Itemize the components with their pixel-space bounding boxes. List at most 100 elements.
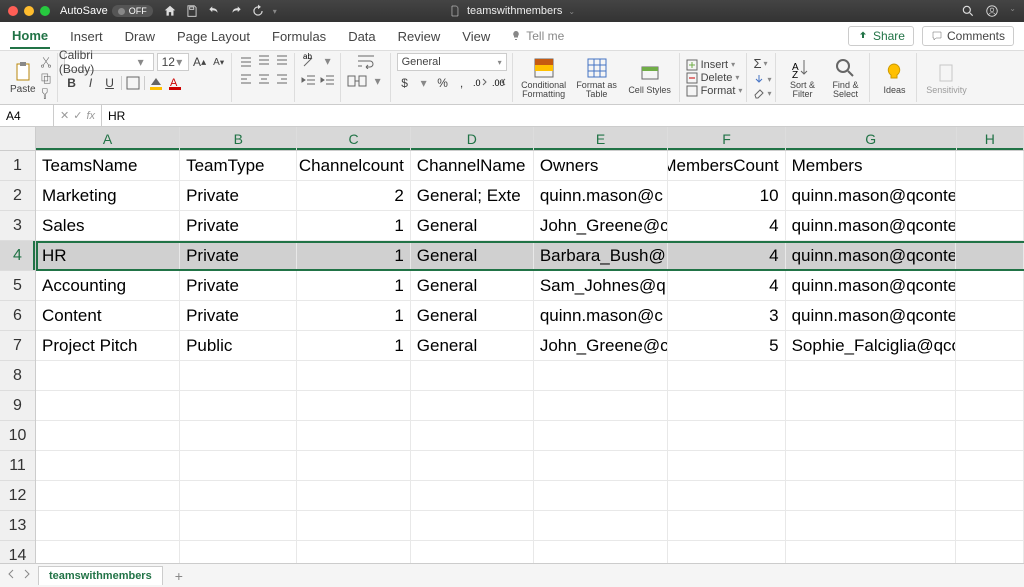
- cell-G11[interactable]: [786, 451, 957, 481]
- tell-me-search[interactable]: Tell me: [510, 29, 564, 43]
- cell-B13[interactable]: [180, 511, 297, 541]
- format-cells-button[interactable]: Format▾: [686, 85, 743, 97]
- minimize-window-button[interactable]: [24, 6, 34, 16]
- redo-icon[interactable]: [229, 4, 243, 18]
- column-header-F[interactable]: F: [668, 127, 785, 150]
- cell-A13[interactable]: [36, 511, 180, 541]
- cell-G10[interactable]: [786, 421, 957, 451]
- row-header-8[interactable]: 8: [0, 361, 35, 391]
- tab-home[interactable]: Home: [10, 24, 50, 49]
- sort-filter-button[interactable]: AZ Sort & Filter: [782, 56, 822, 99]
- cell-F9[interactable]: [668, 391, 785, 421]
- paste-button[interactable]: Paste: [10, 60, 36, 95]
- save-icon[interactable]: [185, 4, 199, 18]
- cell-G3[interactable]: quinn.mason@qconte: [786, 211, 957, 241]
- cell-H4[interactable]: [956, 241, 1024, 271]
- cell-C11[interactable]: [297, 451, 410, 481]
- delete-cells-button[interactable]: Delete▾: [686, 72, 743, 84]
- tab-draw[interactable]: Draw: [123, 25, 157, 48]
- cell-G5[interactable]: quinn.mason@qconte: [786, 271, 957, 301]
- column-headers[interactable]: ABCDEFGH: [36, 127, 1024, 151]
- cell-F6[interactable]: 3: [668, 301, 785, 331]
- cell-G13[interactable]: [786, 511, 957, 541]
- cell-D12[interactable]: [411, 481, 534, 511]
- cell-D6[interactable]: General: [411, 301, 534, 331]
- cell-F13[interactable]: [668, 511, 785, 541]
- cell-F2[interactable]: 10: [668, 181, 785, 211]
- row-header-11[interactable]: 11: [0, 451, 35, 481]
- cell-C2[interactable]: 2: [297, 181, 410, 211]
- currency-icon[interactable]: $: [397, 75, 413, 91]
- cell-H11[interactable]: [956, 451, 1024, 481]
- cell-F3[interactable]: 4: [668, 211, 785, 241]
- sheet-nav-prev[interactable]: [6, 569, 16, 582]
- fx-icon[interactable]: fx: [86, 110, 95, 122]
- cell-B5[interactable]: Private: [180, 271, 297, 301]
- row-header-12[interactable]: 12: [0, 481, 35, 511]
- cell-A1[interactable]: TeamsName: [36, 151, 180, 181]
- cell-H3[interactable]: [956, 211, 1024, 241]
- cell-H6[interactable]: [956, 301, 1024, 331]
- font-color-icon[interactable]: A: [167, 75, 183, 91]
- cell-D4[interactable]: General: [411, 241, 534, 271]
- cell-A12[interactable]: [36, 481, 180, 511]
- cell-F1[interactable]: MembersCount: [668, 151, 785, 181]
- percent-icon[interactable]: %: [435, 75, 451, 91]
- cell-B8[interactable]: [180, 361, 297, 391]
- column-header-C[interactable]: C: [297, 127, 410, 150]
- cancel-formula-icon[interactable]: ✕: [60, 109, 69, 122]
- cell-F5[interactable]: 4: [668, 271, 785, 301]
- tab-insert[interactable]: Insert: [68, 25, 105, 48]
- cell-A3[interactable]: Sales: [36, 211, 180, 241]
- column-header-D[interactable]: D: [411, 127, 534, 150]
- cell-F12[interactable]: [668, 481, 785, 511]
- cell-H9[interactable]: [956, 391, 1024, 421]
- cell-G1[interactable]: Members: [786, 151, 957, 181]
- tab-view[interactable]: View: [460, 25, 492, 48]
- cell-H8[interactable]: [956, 361, 1024, 391]
- cell-H12[interactable]: [956, 481, 1024, 511]
- orientation-icon[interactable]: ab: [301, 53, 317, 69]
- cell-F4[interactable]: 4: [668, 241, 785, 271]
- undo-icon[interactable]: [207, 4, 221, 18]
- cell-G4[interactable]: quinn.mason@qconte: [786, 241, 957, 271]
- cell-D10[interactable]: [411, 421, 534, 451]
- column-header-E[interactable]: E: [534, 127, 669, 150]
- cell-B12[interactable]: [180, 481, 297, 511]
- cell-C7[interactable]: 1: [297, 331, 410, 361]
- cell-A6[interactable]: Content: [36, 301, 180, 331]
- cell-A7[interactable]: Project Pitch: [36, 331, 180, 361]
- cell-E7[interactable]: John_Greene@c: [534, 331, 669, 361]
- cell-H7[interactable]: [956, 331, 1024, 361]
- cell-B3[interactable]: Private: [180, 211, 297, 241]
- row-header-13[interactable]: 13: [0, 511, 35, 541]
- cell-F10[interactable]: [668, 421, 785, 451]
- cell-A2[interactable]: Marketing: [36, 181, 180, 211]
- merge-icon[interactable]: [347, 73, 367, 89]
- cell-F8[interactable]: [668, 361, 785, 391]
- cell-C12[interactable]: [297, 481, 410, 511]
- border-icon[interactable]: [125, 75, 141, 91]
- cell-A10[interactable]: [36, 421, 180, 451]
- cell-F11[interactable]: [668, 451, 785, 481]
- tab-page-layout[interactable]: Page Layout: [175, 25, 252, 48]
- cell-C4[interactable]: 1: [297, 241, 410, 271]
- cell-H10[interactable]: [956, 421, 1024, 451]
- format-painter-icon[interactable]: [39, 87, 53, 101]
- decrease-decimal-icon[interactable]: .00: [492, 75, 508, 91]
- fill-button[interactable]: ▾: [753, 73, 771, 85]
- qat-more-icon[interactable]: ▾: [273, 7, 277, 16]
- account-icon[interactable]: [985, 4, 999, 18]
- increase-decimal-icon[interactable]: .0: [473, 75, 489, 91]
- cell-B9[interactable]: [180, 391, 297, 421]
- cell-C9[interactable]: [297, 391, 410, 421]
- name-box[interactable]: A4: [0, 105, 54, 126]
- search-icon[interactable]: [961, 4, 975, 18]
- number-format-select[interactable]: General▾: [397, 53, 507, 71]
- cell-D2[interactable]: General; Exte: [411, 181, 534, 211]
- font-family-select[interactable]: Calibri (Body)▾: [64, 53, 154, 71]
- sheet-nav-next[interactable]: [22, 569, 32, 582]
- spreadsheet-grid[interactable]: ABCDEFGH 1234567891011121314 TeamsNameTe…: [0, 127, 1024, 563]
- tab-formulas[interactable]: Formulas: [270, 25, 328, 48]
- add-sheet-button[interactable]: +: [169, 568, 189, 584]
